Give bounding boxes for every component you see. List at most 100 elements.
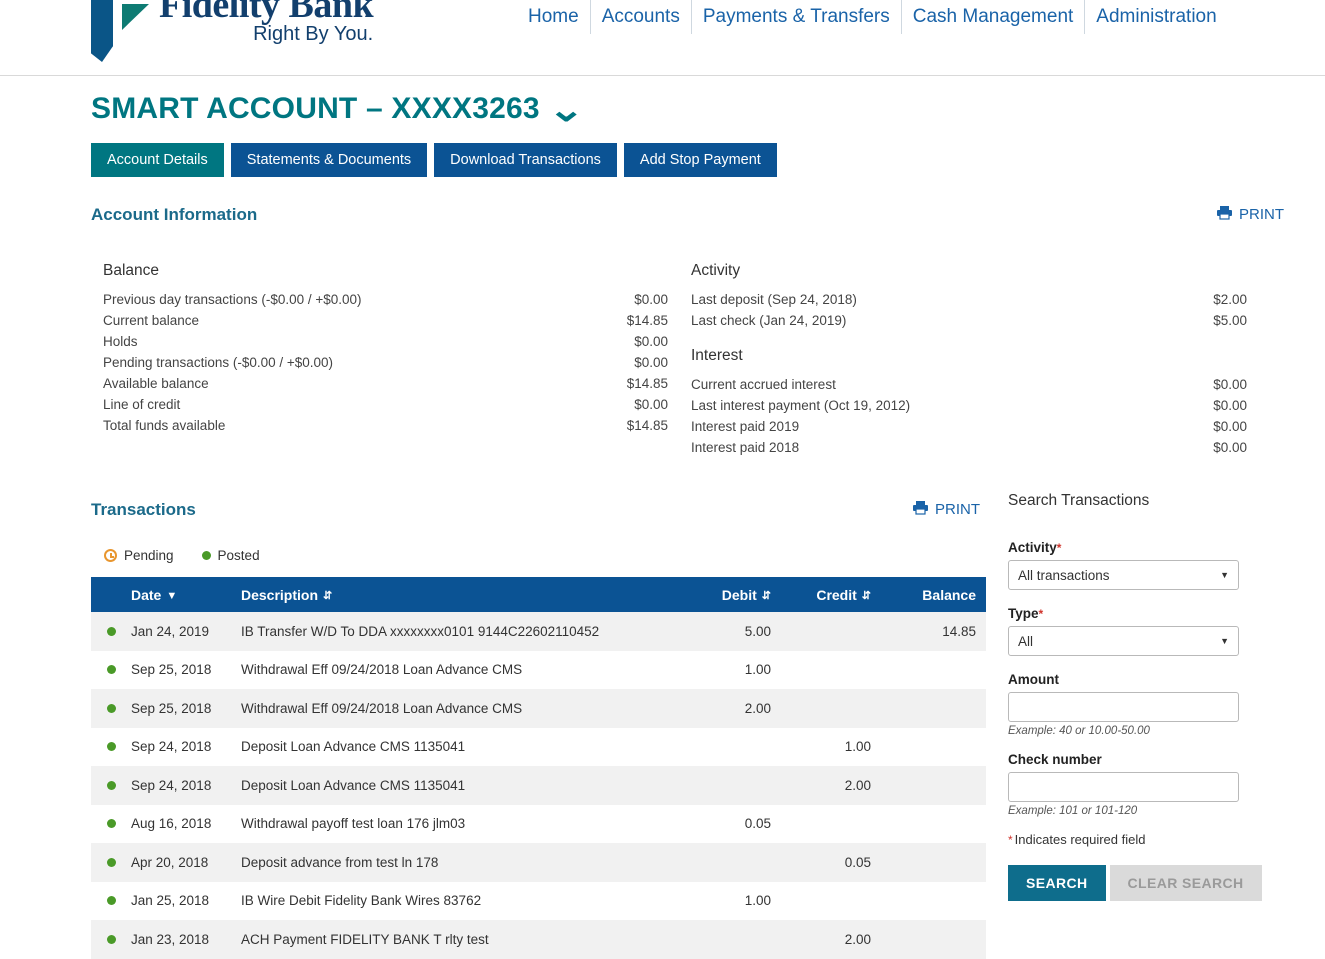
interest-row-paid-2019: Interest paid 2019 $0.00 (691, 416, 1247, 437)
nav-item-administration[interactable]: Administration (1084, 0, 1227, 34)
row-label: Last interest payment (Oct 19, 2012) (691, 398, 911, 413)
row-date: Sep 25, 2018 (131, 662, 212, 678)
column-header-description-label: Description (241, 586, 319, 603)
print-label: PRINT (935, 501, 980, 518)
table-header-row: Date ▼ Description ⇵ Debit ⇵ Credit ⇵ Balanc… (91, 577, 986, 612)
bank-logo[interactable]: Fidelity Bank Right By You. (91, 0, 374, 62)
row-date: Apr 20, 2018 (131, 854, 209, 870)
row-status-icon (91, 739, 119, 754)
row-credit: 0.05 (844, 854, 871, 870)
activity-row-last-check: Last check (Jan 24, 2019) $5.00 (691, 310, 1247, 331)
column-header-description[interactable]: Description ⇵ (231, 587, 671, 603)
transaction-status-legend: Pending Posted (104, 548, 260, 563)
row-description: ACH Payment FIDELITY BANK T rlty test (241, 931, 489, 947)
row-description: Deposit Loan Advance CMS 1135041 (241, 739, 466, 755)
row-date: Aug 16, 2018 (131, 816, 212, 832)
clock-icon (104, 549, 117, 562)
row-date: Jan 23, 2018 (131, 931, 210, 947)
amount-hint: Example: 40 or 10.00-50.00 (1008, 725, 1150, 737)
nav-item-payments-transfers[interactable]: Payments & Transfers (690, 0, 901, 34)
required-field-note: * Indicates required field (1008, 832, 1308, 847)
table-row[interactable]: Jan 23, 2018 ACH Payment FIDELITY BANK T… (91, 920, 986, 959)
clear-search-button[interactable]: CLEAR SEARCH (1109, 865, 1262, 901)
activity-row-last-deposit: Last deposit (Sep 24, 2018) $2.00 (691, 289, 1247, 310)
type-select[interactable]: All ▼ (1008, 626, 1239, 656)
dot-icon (106, 857, 116, 867)
row-debit: 1.00 (744, 662, 771, 678)
column-header-credit-label: Credit (816, 586, 857, 603)
row-label: Total funds available (103, 418, 226, 433)
row-description: IB Transfer W/D To DDA xxxxxxxx0101 9144… (241, 623, 600, 639)
transactions-table: Date ▼ Description ⇵ Debit ⇵ Credit ⇵ Balanc… (91, 577, 986, 959)
row-value: $14.85 (626, 376, 668, 391)
printer-icon (912, 500, 929, 519)
required-asterisk-icon: * (1038, 607, 1044, 621)
sort-toggle-icon[interactable]: ⇵ (762, 590, 771, 602)
amount-input[interactable] (1008, 692, 1239, 722)
logo-wordmark: Fidelity Bank Right By You. (159, 0, 374, 46)
tab-account-details[interactable]: Account Details (91, 143, 224, 177)
row-description: Deposit Loan Advance CMS 1135041 (241, 777, 466, 793)
sort-toggle-icon[interactable]: ⇵ (862, 590, 871, 602)
tab-statements-documents[interactable]: Statements & Documents (230, 143, 428, 177)
dot-icon (106, 780, 116, 790)
row-debit: 5.00 (744, 623, 771, 639)
required-asterisk-icon: * (1056, 541, 1062, 555)
type-field-label: Type* (1008, 606, 1308, 621)
column-header-debit[interactable]: Debit ⇵ (671, 587, 781, 603)
row-status-icon (91, 816, 119, 831)
row-date: Sep 24, 2018 (131, 739, 212, 755)
table-row[interactable]: Sep 24, 2018 Deposit Loan Advance CMS 11… (91, 727, 986, 766)
check-number-input[interactable] (1008, 772, 1239, 802)
interest-group-title: Interest (691, 347, 743, 364)
row-status-icon (91, 624, 119, 639)
row-label: Interest paid 2018 (691, 440, 800, 455)
column-header-date[interactable]: Date ▼ (119, 587, 231, 603)
chevron-down-icon[interactable]: ⌄ (547, 93, 584, 127)
tab-download-transactions[interactable]: Download Transactions (434, 143, 617, 177)
nav-item-cash-management[interactable]: Cash Management (900, 0, 1085, 34)
table-row[interactable]: Sep 24, 2018 Deposit Loan Advance CMS 11… (91, 766, 986, 805)
search-button[interactable]: SEARCH (1008, 865, 1106, 901)
table-row[interactable]: Jan 24, 2019 IB Transfer W/D To DDA xxxx… (91, 612, 986, 651)
site-header: Fidelity Bank Right By You. Home Account… (0, 0, 1325, 76)
row-value: $0.00 (634, 397, 668, 412)
activity-select[interactable]: All transactions ▼ (1008, 560, 1239, 590)
page-title[interactable]: SMART ACCOUNT – XXXX3263 ⌄ (91, 92, 585, 127)
row-debit: 1.00 (744, 893, 771, 909)
print-transactions-link[interactable]: PRINT (912, 500, 980, 519)
amount-field-label: Amount (1008, 672, 1059, 687)
row-credit: 2.00 (844, 931, 871, 947)
table-row[interactable]: Sep 25, 2018 Withdrawal Eff 09/24/2018 L… (91, 689, 986, 728)
dot-icon (106, 819, 116, 829)
nav-item-home[interactable]: Home (517, 0, 590, 34)
nav-item-accounts[interactable]: Accounts (589, 0, 691, 34)
activity-group-title: Activity (691, 262, 741, 279)
row-value: $0.00 (1213, 440, 1247, 455)
balance-group-title: Balance (103, 262, 160, 279)
balance-row-line-of-credit: Line of credit $0.00 (103, 394, 668, 415)
table-row[interactable]: Aug 16, 2018 Withdrawal payoff test loan… (91, 804, 986, 843)
row-credit: 2.00 (844, 777, 871, 793)
print-account-information-link[interactable]: PRINT (1216, 205, 1284, 224)
row-label: Current balance (103, 313, 200, 328)
required-asterisk-icon: * (1008, 833, 1013, 847)
dot-icon (106, 665, 116, 675)
table-row[interactable]: Jan 25, 2018 IB Wire Debit Fidelity Bank… (91, 881, 986, 920)
column-header-credit[interactable]: Credit ⇵ (781, 587, 881, 603)
legend-posted-label: Posted (217, 548, 260, 563)
row-status-icon (91, 855, 119, 870)
column-header-debit-label: Debit (721, 586, 757, 603)
table-row[interactable]: Sep 25, 2018 Withdrawal Eff 09/24/2018 L… (91, 650, 986, 689)
logo-triangle-shape (122, 4, 149, 30)
table-row[interactable]: Apr 20, 2018 Deposit advance from test l… (91, 843, 986, 882)
sort-toggle-icon[interactable]: ⇵ (323, 590, 332, 602)
sort-descending-icon[interactable]: ▼ (166, 590, 177, 602)
tab-add-stop-payment[interactable]: Add Stop Payment (623, 143, 777, 177)
row-value: $0.00 (634, 355, 668, 370)
row-status-icon (91, 778, 119, 793)
check-number-field-label: Check number (1008, 752, 1102, 767)
row-date: Sep 24, 2018 (131, 777, 212, 793)
search-button-row: SEARCH CLEAR SEARCH (1008, 865, 1308, 901)
logo-mark-icon (91, 0, 155, 62)
